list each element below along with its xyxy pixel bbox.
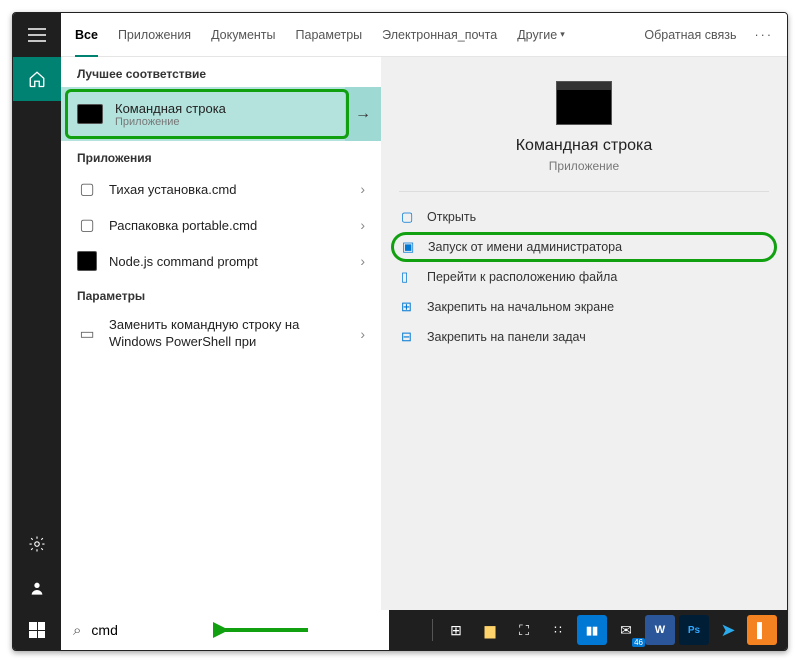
tab-email[interactable]: Электронная_почта [382,13,497,57]
expand-arrow-button[interactable]: → [345,87,381,141]
search-input[interactable] [91,622,377,638]
preview-title: Командная строка [381,137,787,155]
taskbar-search[interactable]: ⌕ [61,610,389,650]
settings-result-0[interactable]: ▭ Заменить командную строку на Windows P… [61,309,381,359]
taskbar-tray: ⊞ ▆ ⛶ ∷ ▮▮ ✉ W Ps ➤ ▌ [428,615,787,645]
action-open[interactable]: ▢Открыть [391,202,777,232]
best-match-subtitle: Приложение [115,116,329,128]
start-button[interactable] [13,610,61,650]
search-icon: ⌕ [73,622,81,639]
section-best-match: Лучшее соответствие [61,57,381,87]
tab-more[interactable]: Другие▾ [517,13,565,57]
chevron-right-icon: › [360,217,365,233]
shield-icon: ▣ [402,239,418,255]
open-icon: ▢ [401,209,417,225]
sublime-icon[interactable]: ▌ [747,615,777,645]
best-match-title: Командная строка [115,101,329,116]
windows-logo-icon [29,622,45,638]
preview-subtitle: Приложение [381,159,787,173]
action-pin-taskbar[interactable]: ⊟Закрепить на панели задач [391,322,777,352]
more-options-icon[interactable]: ··· [755,13,774,57]
hamburger-menu-icon[interactable] [13,13,61,57]
explorer-icon[interactable]: ▆ [475,615,505,645]
file-icon: ▢ [77,215,97,235]
pin-icon: ⊞ [401,299,417,315]
apps-icon[interactable]: ∷ [543,615,573,645]
action-pin-start[interactable]: ⊞Закрепить на начальном экране [391,292,777,322]
word-icon[interactable]: W [645,615,675,645]
taskbar: ⌕ ⊞ ▆ ⛶ ∷ ▮▮ ✉ W Ps ➤ ▌ [13,610,787,650]
section-settings: Параметры [61,279,381,309]
telegram-icon[interactable]: ➤ [713,615,743,645]
store-icon[interactable]: ⛶ [509,615,539,645]
photoshop-icon[interactable]: Ps [679,615,709,645]
chevron-right-icon: › [360,181,365,197]
best-match-result[interactable]: Командная строка Приложение [61,87,345,141]
settings-icon: ▭ [77,324,97,344]
chevron-right-icon: › [360,253,365,269]
app-result-2[interactable]: Node.js command prompt › [61,243,381,279]
action-open-location[interactable]: ▯Перейти к расположению файла [391,262,777,292]
feedback-link[interactable]: Обратная связь [644,13,736,57]
app-result-0[interactable]: ▢ Тихая установка.cmd › [61,171,381,207]
preview-app-icon [556,81,612,125]
gear-icon[interactable] [13,522,61,566]
cmd-icon [77,104,103,124]
chevron-down-icon: ▾ [560,29,565,40]
tab-documents[interactable]: Документы [211,13,275,57]
terminal-icon [77,251,97,271]
search-filter-tabs: Все Приложения Документы Параметры Элект… [61,13,787,57]
search-results-body: Лучшее соответствие Командная строка При… [61,57,787,610]
section-apps: Приложения [61,141,381,171]
preview-pane: Командная строка Приложение ▢Открыть ▣За… [381,57,787,610]
app-result-1[interactable]: ▢ Распаковка portable.cmd › [61,207,381,243]
search-left-rail [13,13,61,610]
action-run-as-admin[interactable]: ▣Запуск от имени администратора [391,232,777,262]
pin-icon: ⊟ [401,329,417,345]
task-view-icon[interactable]: ⊞ [441,615,471,645]
profile-icon[interactable] [13,566,61,610]
mail-icon[interactable]: ✉ [611,615,641,645]
home-icon[interactable] [13,57,61,101]
tab-all[interactable]: Все [75,13,98,57]
file-icon: ▢ [77,179,97,199]
folder-icon: ▯ [401,269,417,285]
results-list-column: Лучшее соответствие Командная строка При… [61,57,381,610]
manager-icon[interactable]: ▮▮ [577,615,607,645]
tab-settings[interactable]: Параметры [296,13,363,57]
chevron-right-icon: › [360,326,365,342]
tab-apps[interactable]: Приложения [118,13,191,57]
